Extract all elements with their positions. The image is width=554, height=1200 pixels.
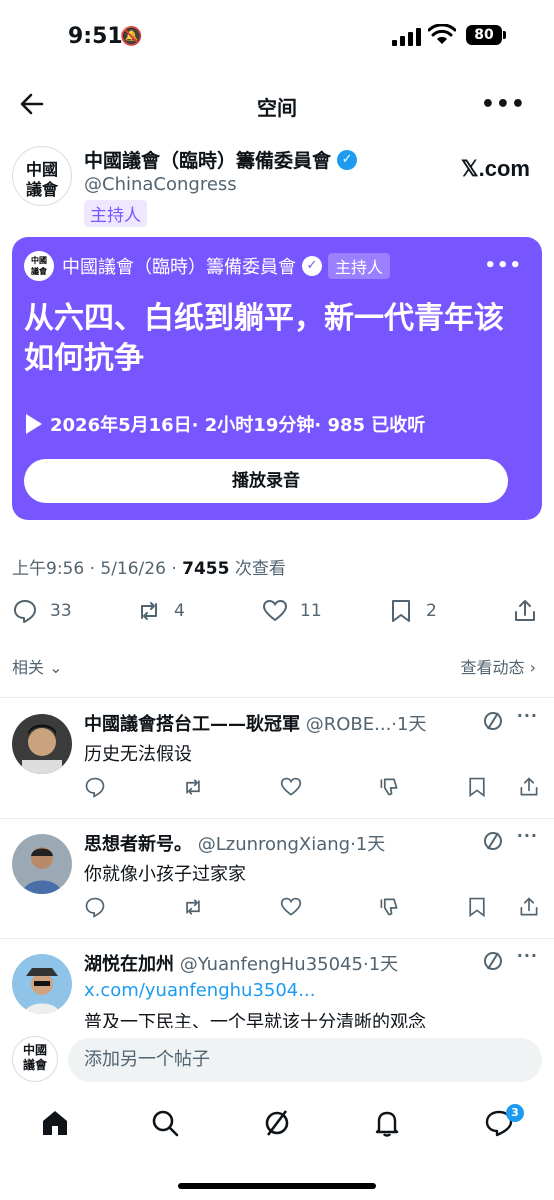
- reply-more-icon[interactable]: ···: [517, 706, 538, 725]
- home-icon[interactable]: [40, 1108, 70, 1138]
- chevron-right-icon: ›: [529, 658, 536, 677]
- wifi-icon: [428, 24, 456, 44]
- reply-link[interactable]: x.com/yuanfenghu3504...: [84, 980, 315, 1001]
- reply-actions: [84, 896, 540, 922]
- related-row: 相关 ⌄ 查看动态 ›: [0, 652, 554, 682]
- space-card[interactable]: 中國 議會 中國議會（臨時）籌備委員會 ✓ 主持人 ••• 从六四、白纸到躺平，新…: [12, 237, 542, 520]
- repost-button[interactable]: 4: [136, 598, 185, 624]
- reply-icon[interactable]: [84, 896, 106, 918]
- host-name[interactable]: 中國議會（臨時）籌備委員會 ✓: [84, 146, 358, 173]
- space-live-icon: [484, 832, 502, 850]
- dislike-icon[interactable]: [378, 896, 400, 918]
- page-title: 空间: [257, 96, 297, 120]
- space-meta: 2026年5月16日· 2小时19分钟· 985 已收听: [26, 411, 425, 437]
- reply-avatar[interactable]: [12, 954, 72, 1014]
- heart-icon[interactable]: [280, 896, 302, 918]
- reply-more-icon[interactable]: ···: [517, 946, 538, 965]
- card-role-badge: 主持人: [328, 253, 391, 279]
- host-role-badge: 主持人: [84, 200, 147, 227]
- reply-button[interactable]: 33: [12, 598, 72, 624]
- reply-item[interactable]: 中國議會搭台工——耿冠軍 @ROBE...·1天 ··· 历史无法假设: [0, 698, 554, 818]
- reply-text: 历史无法假设: [84, 744, 192, 765]
- reply-item[interactable]: 思想者新号。 @LzunrongXiang·1天 ··· 你就像小孩子过家家: [0, 818, 554, 938]
- reply-avatar[interactable]: [12, 714, 72, 774]
- host-avatar[interactable]: 中國 議會: [12, 146, 72, 206]
- battery-icon: 80: [466, 25, 506, 45]
- reply-actions: [84, 776, 540, 802]
- bookmark-icon[interactable]: [466, 776, 488, 798]
- cellular-signal-icon: [392, 28, 421, 46]
- reply-icon: [14, 600, 36, 623]
- like-button[interactable]: 11: [262, 598, 322, 624]
- card-host-name: 中國議會（臨時）籌備委員會: [62, 257, 296, 278]
- related-sort-dropdown[interactable]: 相关 ⌄: [12, 654, 63, 678]
- reply-more-icon[interactable]: ···: [517, 826, 538, 845]
- notifications-bell-icon[interactable]: [372, 1108, 402, 1138]
- repost-icon[interactable]: [182, 896, 204, 918]
- share-button[interactable]: [512, 598, 538, 624]
- grok-icon[interactable]: [262, 1108, 292, 1138]
- x-com-link[interactable]: 𝕏.com: [461, 156, 530, 182]
- share-icon[interactable]: [518, 776, 540, 798]
- compose-bar: 中國 議會 添加另一个帖子: [0, 1028, 554, 1092]
- compose-avatar: 中國 議會: [12, 1036, 58, 1082]
- heart-icon: [263, 600, 287, 621]
- space-live-icon: [484, 952, 502, 970]
- messages-badge: 3: [506, 1104, 524, 1122]
- status-bar: 9:51 🔕 80: [0, 0, 554, 72]
- card-verified-icon: ✓: [302, 256, 322, 276]
- verified-badge-icon: ✓: [337, 149, 358, 170]
- repost-icon: [141, 602, 157, 620]
- dislike-icon[interactable]: [378, 776, 400, 798]
- heart-icon[interactable]: [280, 776, 302, 798]
- reply-header: 湖悦在加州 @YuanfengHu35045·1天 ···: [84, 946, 538, 975]
- search-icon[interactable]: [150, 1108, 180, 1138]
- reply-avatar[interactable]: [12, 834, 72, 894]
- reply-text: 普及一下民主、一个早就该十分清晰的观念: [84, 1012, 426, 1028]
- reply-header: 思想者新号。 @LzunrongXiang·1天 ···: [84, 826, 538, 855]
- space-live-icon: [484, 712, 502, 730]
- clock: 9:51: [68, 24, 123, 49]
- bookmark-button[interactable]: 2: [388, 598, 437, 624]
- top-nav: 空间 •••: [0, 80, 554, 130]
- host-handle[interactable]: @ChinaCongress: [84, 174, 237, 195]
- reply-text: 你就像小孩子过家家: [84, 864, 246, 885]
- add-post-input[interactable]: 添加另一个帖子: [68, 1038, 542, 1082]
- repost-icon[interactable]: [182, 776, 204, 798]
- share-icon[interactable]: [518, 896, 540, 918]
- bookmark-icon: [392, 600, 410, 622]
- reply-header: 中國議會搭台工——耿冠軍 @ROBE...·1天 ···: [84, 706, 538, 735]
- play-recording-button[interactable]: 播放录音: [24, 459, 508, 503]
- more-options-icon[interactable]: •••: [481, 92, 526, 117]
- host-row: 中國 議會 中國議會（臨時）籌備委員會 ✓ @ChinaCongress 主持人…: [0, 140, 554, 230]
- view-activity-link[interactable]: 查看动态 ›: [460, 654, 536, 678]
- play-icon: [26, 414, 42, 434]
- tab-bar: 3: [0, 1096, 554, 1156]
- card-host-row: 中國議會（臨時）籌備委員會 ✓ 主持人: [62, 253, 391, 279]
- chevron-down-icon: ⌄: [49, 658, 63, 677]
- home-indicator: [178, 1183, 376, 1189]
- reply-icon[interactable]: [84, 776, 106, 798]
- post-meta: 上午9:56 · 5/16/26 · 7455 次查看: [12, 559, 286, 579]
- view-count: 7455: [182, 559, 230, 579]
- card-more-icon[interactable]: •••: [484, 255, 522, 276]
- post-actions: 33 4 11 2: [0, 594, 554, 634]
- silent-bell-icon: 🔕: [120, 26, 143, 47]
- share-icon: [515, 600, 535, 621]
- card-host-avatar: 中國 議會: [24, 251, 54, 281]
- space-title: 从六四、白纸到躺平，新一代青年该如何抗争: [24, 301, 504, 376]
- bookmark-icon[interactable]: [466, 896, 488, 918]
- reply-item[interactable]: 湖悦在加州 @YuanfengHu35045·1天 ··· x.com/yuan…: [0, 938, 554, 1028]
